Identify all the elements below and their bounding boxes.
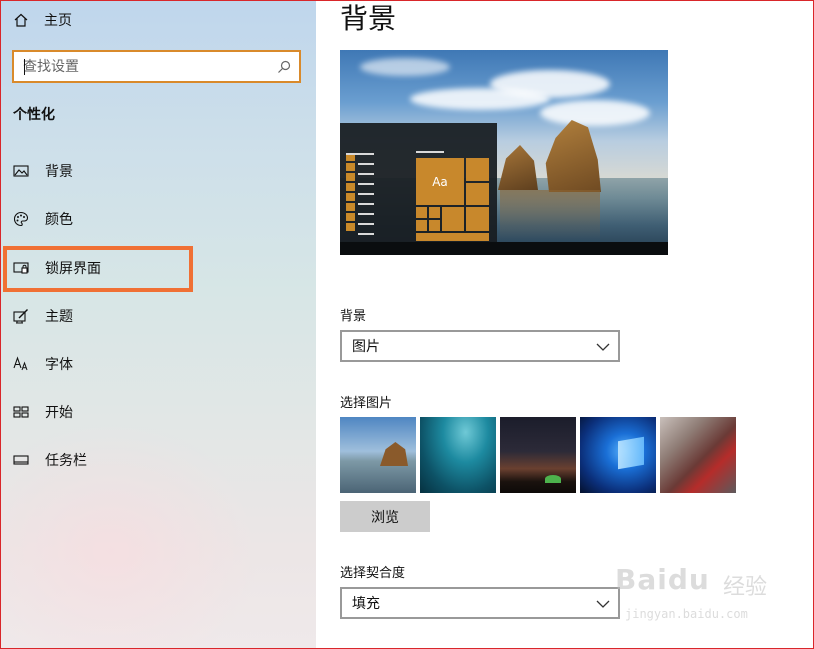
fit-select[interactable]: 填充 bbox=[340, 587, 620, 619]
search-input[interactable] bbox=[14, 52, 299, 81]
picture-thumbnails bbox=[340, 417, 740, 493]
sidebar-item-label: 开始 bbox=[45, 405, 73, 421]
preview-tile: Aa bbox=[416, 158, 464, 205]
home-link[interactable]: 主页 bbox=[13, 10, 72, 30]
chevron-down-icon bbox=[596, 600, 610, 608]
start-icon bbox=[13, 404, 29, 420]
picture-thumbnail[interactable] bbox=[340, 417, 416, 493]
picture-thumbnail[interactable] bbox=[580, 417, 656, 493]
theme-icon bbox=[13, 308, 29, 324]
search-box[interactable] bbox=[12, 50, 301, 83]
font-icon bbox=[13, 356, 29, 372]
sidebar-item-colors[interactable]: 颜色 bbox=[13, 208, 73, 230]
start-menu-preview: Aa bbox=[340, 123, 497, 243]
sidebar-item-label: 背景 bbox=[45, 164, 73, 180]
taskbar-icon bbox=[13, 452, 29, 468]
main-content: 背景 Aa 背景 图片 选择图片 浏览 选择契合度 填充 bbox=[316, 1, 813, 648]
sidebar: 主页 个性化 背景 颜色 锁屏界面 主题 字体 开始 bbox=[1, 1, 316, 648]
image-icon bbox=[13, 163, 29, 179]
chevron-down-icon bbox=[596, 343, 610, 351]
search-icon[interactable] bbox=[277, 60, 291, 74]
picture-thumbnail[interactable] bbox=[420, 417, 496, 493]
palette-icon bbox=[13, 211, 29, 227]
background-label: 背景 bbox=[340, 309, 367, 324]
picture-thumbnail[interactable] bbox=[660, 417, 736, 493]
background-select[interactable]: 图片 bbox=[340, 330, 620, 362]
sidebar-item-label: 任务栏 bbox=[45, 453, 87, 469]
home-icon bbox=[14, 13, 28, 27]
fit-label: 选择契合度 bbox=[340, 566, 406, 581]
sidebar-item-start[interactable]: 开始 bbox=[13, 401, 73, 423]
choose-picture-label: 选择图片 bbox=[340, 396, 393, 411]
text-caret bbox=[24, 59, 25, 75]
picture-thumbnail[interactable] bbox=[500, 417, 576, 493]
sidebar-item-label: 字体 bbox=[45, 357, 73, 373]
background-preview: Aa bbox=[340, 50, 668, 255]
highlight-annotation bbox=[3, 246, 193, 292]
sidebar-item-label: 颜色 bbox=[45, 212, 73, 228]
browse-button[interactable]: 浏览 bbox=[340, 501, 430, 532]
home-label: 主页 bbox=[44, 13, 72, 29]
sidebar-item-background[interactable]: 背景 bbox=[13, 160, 73, 182]
sidebar-item-themes[interactable]: 主题 bbox=[13, 305, 73, 327]
background-select-value: 图片 bbox=[352, 339, 380, 355]
sidebar-item-label: 主题 bbox=[45, 309, 73, 325]
sidebar-item-fonts[interactable]: 字体 bbox=[13, 353, 73, 375]
tiles-preview: Aa bbox=[416, 158, 490, 243]
sidebar-item-taskbar[interactable]: 任务栏 bbox=[13, 449, 87, 471]
section-title: 个性化 bbox=[13, 107, 55, 123]
page-title: 背景 bbox=[340, 2, 397, 35]
fit-select-value: 填充 bbox=[352, 596, 380, 612]
